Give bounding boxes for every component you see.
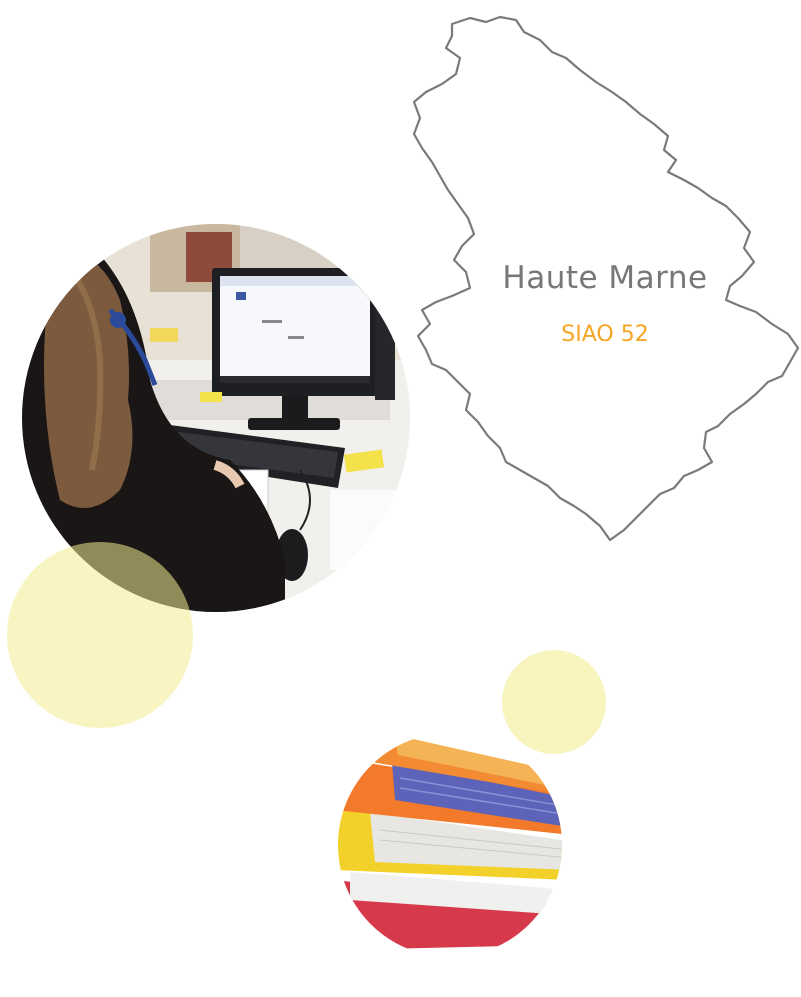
decorative-circle-small xyxy=(502,650,606,754)
page-illustration xyxy=(7,15,800,957)
map-title: Haute Marne xyxy=(502,260,708,296)
folders-photo xyxy=(338,733,562,957)
map-subtitle: SIAO 52 xyxy=(561,322,649,347)
decorative-circle-large xyxy=(7,542,193,728)
